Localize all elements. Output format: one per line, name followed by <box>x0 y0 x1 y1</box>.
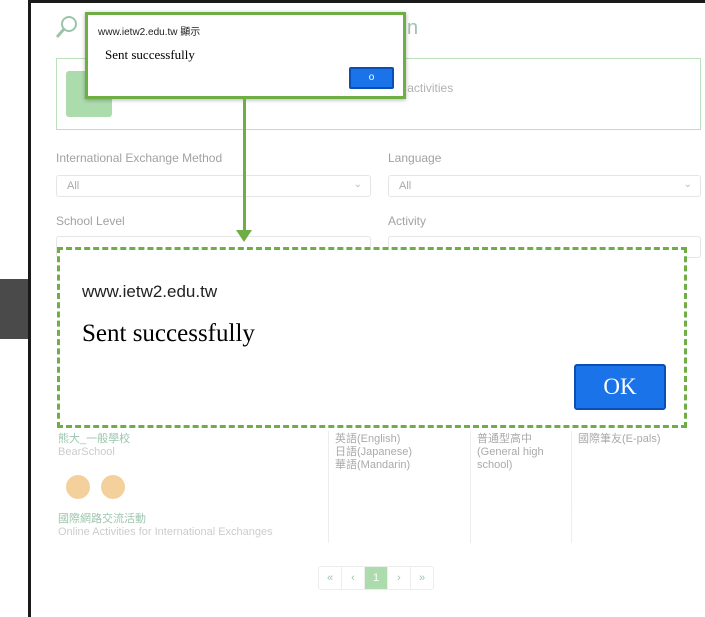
dialog-origin: www.ietw2.edu.tw 顯示 <box>98 27 201 38</box>
language-item: 日語(Japanese) <box>335 446 413 458</box>
alert-dialog-small: www.ietw2.edu.tw 顯示 Sent successfully o <box>85 12 406 99</box>
next-page-button[interactable]: › <box>388 567 411 589</box>
invite-icon[interactable] <box>101 475 126 499</box>
dialog-message: Sent successfully <box>82 320 255 347</box>
language-value: All <box>399 180 412 192</box>
activity-cell: 國際筆友(E-pals) <box>578 433 661 445</box>
arrow-down-icon <box>236 230 252 242</box>
level-cell: 普通型高中 (General high school) <box>477 433 544 471</box>
page-1-button[interactable]: 1 <box>365 567 388 589</box>
map-icon[interactable] <box>66 475 90 499</box>
dialog-message: Sent successfully <box>105 47 195 62</box>
last-page-button[interactable]: » <box>411 567 433 589</box>
language-label: Language <box>388 151 442 165</box>
pagination: « ‹ 1 › » <box>318 566 434 590</box>
page-title: n <box>407 17 419 39</box>
ok-button[interactable]: o <box>349 67 394 89</box>
school-level-label: School Level <box>56 214 125 228</box>
online-en: Online Activities for International Exch… <box>58 526 273 538</box>
school-name-zh: 熊大_一般學校 <box>58 433 131 445</box>
method-label: International Exchange Method <box>56 151 223 165</box>
languages-cell: 英語(English) 日語(Japanese) 華語(Mandarin) <box>335 433 412 472</box>
column-divider <box>470 431 471 543</box>
online-activities: 國際網路交流活動 Online Activities for Internati… <box>58 513 273 539</box>
column-divider <box>571 431 572 543</box>
language-item: 華語(Mandarin) <box>335 459 411 471</box>
side-tab <box>0 279 28 339</box>
dialog-origin: www.ietw2.edu.tw <box>82 282 218 301</box>
chevron-down-icon: ⌄ <box>683 179 692 190</box>
prev-page-button[interactable]: ‹ <box>342 567 365 589</box>
school-name[interactable]: 熊大_一般學校 BearSchool <box>58 433 130 459</box>
chevron-down-icon: ⌄ <box>353 179 362 190</box>
school-name-en: BearSchool <box>58 446 115 458</box>
method-value: All <box>67 180 80 192</box>
activity-label: Activity <box>388 214 427 228</box>
language-item: 英語(English) <box>335 433 401 445</box>
online-zh: 國際網路交流活動 <box>58 513 146 525</box>
language-select[interactable]: All ⌄ <box>388 175 701 197</box>
search-icon <box>55 16 77 38</box>
ok-button[interactable]: OK <box>574 364 666 410</box>
school-buttons <box>66 475 133 502</box>
connector-line <box>243 99 246 236</box>
column-divider <box>328 431 329 543</box>
first-page-button[interactable]: « <box>319 567 342 589</box>
method-select[interactable]: All ⌄ <box>56 175 371 197</box>
alert-dialog-zoomed: www.ietw2.edu.tw Sent successfully OK <box>57 247 687 428</box>
